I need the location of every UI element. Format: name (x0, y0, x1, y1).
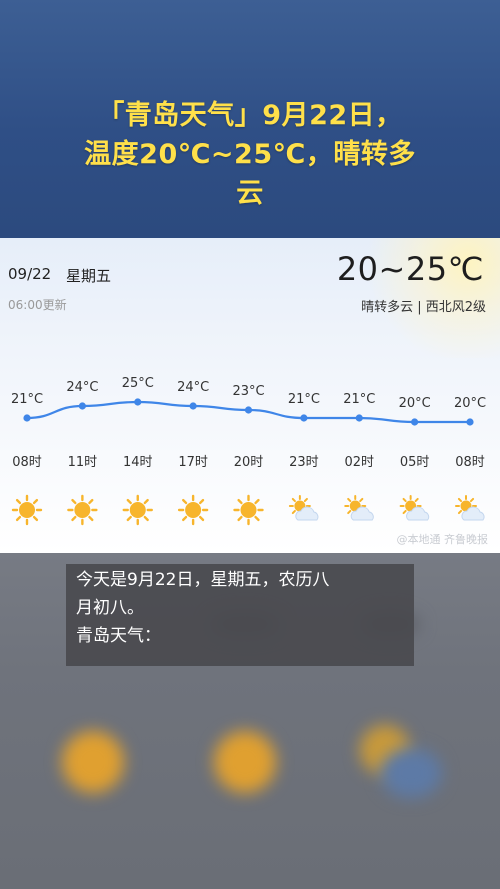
temperature-point (189, 402, 197, 410)
temperature-point (300, 414, 308, 422)
time-label: 11时 (68, 455, 98, 470)
time-label: 08时 (12, 455, 42, 470)
weather-card: 09/22 星期五 06:00更新 20~25℃ 晴转多云 | 西北风2级 21… (0, 238, 500, 553)
temperature-label: 20°C (454, 396, 486, 411)
time-label: 17时 (178, 455, 208, 470)
temperature-label: 24°C (66, 380, 98, 395)
partly-cloudy-icon (288, 495, 319, 521)
headline-line-2: 温度20℃~25℃，晴转多 (84, 139, 416, 170)
headline-line-3: 云 (236, 178, 264, 209)
temperature-label: 24°C (177, 380, 209, 395)
temperature-point (355, 414, 363, 422)
time-label: 20时 (234, 455, 264, 470)
sun-icon (177, 494, 209, 526)
sun-icon (122, 494, 153, 526)
temperature-point (78, 402, 86, 410)
temperature-label: 21°C (288, 392, 320, 407)
sun-icon (233, 494, 264, 526)
partly-cloudy-icon (399, 495, 430, 521)
sun-icon (67, 494, 98, 526)
temperature-label: 21°C (11, 392, 43, 407)
blurred-sun-middle (214, 731, 276, 793)
time-label: 08时 (455, 455, 485, 470)
temperature-label: 20°C (399, 396, 431, 411)
temperature-point (23, 414, 31, 422)
time-label: 14时 (123, 455, 153, 470)
temperature-label: 25°C (122, 376, 154, 391)
temperature-label: 21°C (343, 392, 375, 407)
headline-line-1: 「青岛天气」9月22日， (97, 100, 403, 131)
temperature-point (244, 406, 253, 414)
partly-cloudy-icon (455, 495, 485, 521)
temperature-point (134, 398, 142, 406)
headline-title: 「青岛天气」9月22日， 温度20℃~25℃，晴转多 云 (40, 96, 460, 213)
caption-line-2: 月初八。 (76, 598, 144, 618)
time-label: 02时 (344, 455, 374, 470)
temperature-point (466, 418, 474, 426)
sun-icon (11, 494, 43, 526)
temperature-label: 23°C (232, 384, 264, 399)
temperature-point (411, 418, 419, 426)
headline-banner: 「青岛天气」9月22日， 温度20℃~25℃，晴转多 云 (0, 0, 500, 238)
caption-box: 今天是9月22日，星期五，农历八 月初八。 青岛天气： (66, 564, 414, 666)
hourly-forecast-chart: 21°C 08时 24°C 11时 25°C 14时 24°C 17时 23°C 20时 21°C 2… (11, 376, 486, 526)
caption-line-1: 今天是9月22日，星期五，农历八 (76, 570, 330, 590)
caption-line-3: 青岛天气： (76, 626, 161, 646)
blurred-sun-left (62, 731, 124, 793)
time-label: 23时 (289, 455, 319, 470)
partly-cloudy-icon (344, 495, 374, 521)
watermark: @本地通 齐鲁晚报 (396, 533, 489, 546)
blurred-cloud-right (380, 748, 442, 798)
time-label: 05时 (400, 455, 430, 470)
